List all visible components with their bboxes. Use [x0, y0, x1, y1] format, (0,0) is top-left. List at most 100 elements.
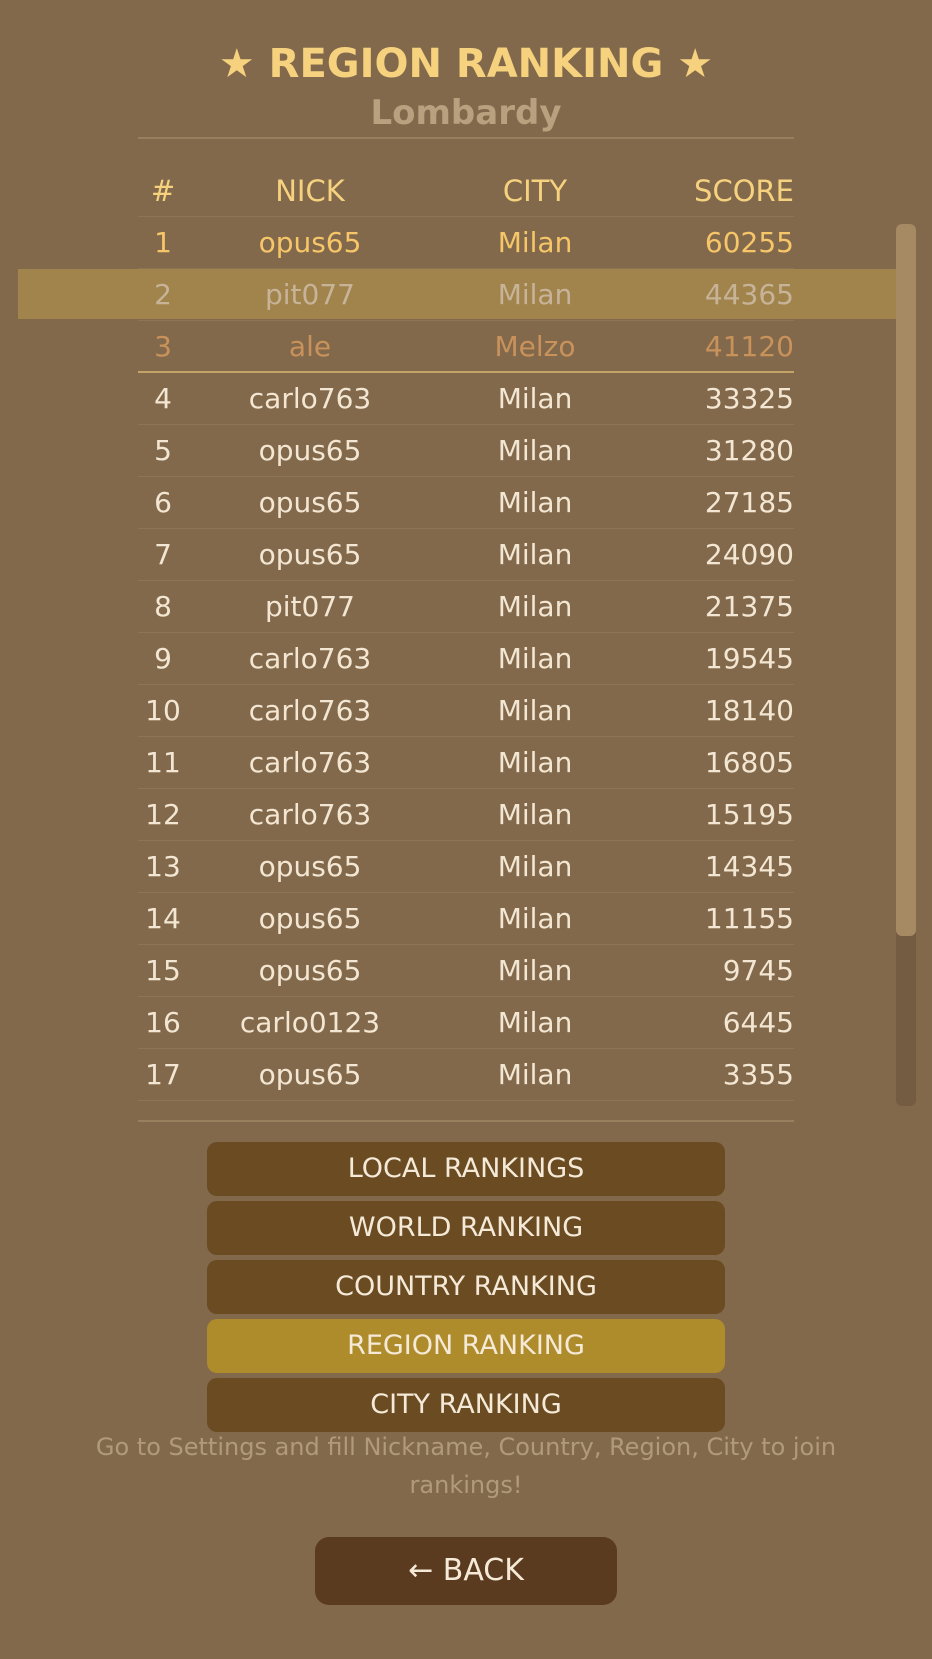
table-row: 15 opus65 Milan 9745: [0, 945, 932, 997]
bottom-divider: [138, 1120, 794, 1122]
cell-nick: carlo763: [248, 798, 372, 831]
cell-nick: carlo763: [248, 642, 372, 675]
table-row: 4 carlo763 Milan 33325: [0, 373, 932, 425]
cell-score: 41120: [704, 330, 794, 363]
cell-rank: 3: [154, 330, 172, 363]
table-scrollbar[interactable]: [896, 224, 916, 1106]
cell-rank: 4: [154, 382, 172, 415]
nav-button-city[interactable]: CITY RANKING: [207, 1378, 725, 1432]
cell-city: Milan: [497, 278, 573, 311]
cell-nick: opus65: [258, 486, 362, 519]
cell-rank: 9: [154, 642, 172, 675]
cell-city: Milan: [497, 434, 573, 467]
table-row: 8 pit077 Milan 21375: [0, 581, 932, 633]
cell-score: 21375: [704, 590, 794, 623]
cell-score: 9745: [722, 954, 794, 987]
cell-city: Milan: [497, 382, 573, 415]
cell-nick: carlo763: [248, 382, 372, 415]
table-row: 16 carlo0123 Milan 6445: [0, 997, 932, 1049]
cell-rank: 13: [145, 850, 181, 883]
back-button[interactable]: ← BACK: [315, 1537, 617, 1605]
table-row: 5 opus65 Milan 31280: [0, 425, 932, 477]
cell-score: 24090: [704, 538, 794, 571]
column-header-score: SCORE: [694, 174, 794, 208]
cell-rank: 6: [154, 486, 172, 519]
cell-rank: 17: [145, 1058, 181, 1091]
cell-nick: opus65: [258, 538, 362, 571]
nav-button-local[interactable]: LOCAL RANKINGS: [207, 1142, 725, 1196]
column-header-rank: #: [150, 174, 176, 208]
cell-rank: 5: [154, 434, 172, 467]
cell-score: 18140: [704, 694, 794, 727]
table-row: 9 carlo763 Milan 19545: [0, 633, 932, 685]
nav-button-region[interactable]: REGION RANKING: [207, 1319, 725, 1373]
column-header-nick: NICK: [275, 174, 345, 208]
table-row: 13 opus65 Milan 14345: [0, 841, 932, 893]
cell-score: 19545: [704, 642, 794, 675]
cell-city: Milan: [497, 850, 573, 883]
table-row: 11 carlo763 Milan 16805: [0, 737, 932, 789]
cell-city: Milan: [497, 954, 573, 987]
cell-rank: 15: [145, 954, 181, 987]
cell-nick: opus65: [258, 434, 362, 467]
table-header: # NICK CITY SCORE: [0, 165, 932, 217]
table-row: 3 ale Melzo 41120: [0, 321, 932, 373]
cell-city: Milan: [497, 1006, 573, 1039]
cell-score: 44365: [704, 278, 794, 311]
top-divider: [138, 137, 794, 139]
cell-city: Melzo: [494, 330, 576, 363]
cell-score: 60255: [704, 226, 794, 259]
cell-rank: 12: [145, 798, 181, 831]
cell-rank: 8: [154, 590, 172, 623]
cell-rank: 14: [145, 902, 181, 935]
column-header-city: CITY: [502, 174, 568, 208]
cell-nick: pit077: [265, 278, 355, 311]
cell-rank: 11: [145, 746, 181, 779]
cell-nick: opus65: [258, 902, 362, 935]
region-subtitle: Lombardy: [370, 93, 562, 133]
nav-button-world[interactable]: WORLD RANKING: [207, 1201, 725, 1255]
cell-score: 3355: [722, 1058, 794, 1091]
cell-rank: 7: [154, 538, 172, 571]
cell-city: Milan: [497, 1058, 573, 1091]
cell-city: Milan: [497, 642, 573, 675]
settings-hint: Go to Settings and fill Nickname, Countr…: [95, 1433, 837, 1499]
cell-nick: opus65: [258, 226, 362, 259]
cell-nick: ale: [288, 330, 332, 363]
cell-score: 33325: [704, 382, 794, 415]
cell-city: Milan: [497, 538, 573, 571]
ranking-table: # NICK CITY SCORE 1 opus65 Milan 60255 2 pit0…: [0, 165, 932, 1101]
cell-score: 27185: [704, 486, 794, 519]
cell-rank: 1: [154, 226, 172, 259]
cell-score: 15195: [704, 798, 794, 831]
cell-city: Milan: [497, 746, 573, 779]
cell-nick: carlo763: [248, 694, 372, 727]
nav-button-country[interactable]: COUNTRY RANKING: [207, 1260, 725, 1314]
cell-city: Milan: [497, 486, 573, 519]
scrollbar-thumb[interactable]: [896, 224, 916, 936]
cell-city: Milan: [497, 226, 573, 259]
table-row: 12 carlo763 Milan 15195: [0, 789, 932, 841]
table-row: 2 pit077 Milan 44365: [0, 269, 932, 321]
cell-nick: carlo0123: [239, 1006, 381, 1039]
cell-nick: pit077: [265, 590, 355, 623]
page-title: ★ REGION RANKING ★: [218, 41, 714, 87]
table-row: 10 carlo763 Milan 18140: [0, 685, 932, 737]
cell-city: Milan: [497, 590, 573, 623]
cell-score: 6445: [722, 1006, 794, 1039]
cell-nick: opus65: [258, 954, 362, 987]
cell-nick: carlo763: [248, 746, 372, 779]
cell-nick: opus65: [258, 1058, 362, 1091]
table-row: 1 opus65 Milan 60255: [0, 217, 932, 269]
cell-score: 16805: [704, 746, 794, 779]
cell-city: Milan: [497, 694, 573, 727]
table-row: 17 opus65 Milan 3355: [0, 1049, 932, 1101]
table-row: 7 opus65 Milan 24090: [0, 529, 932, 581]
cell-score: 14345: [704, 850, 794, 883]
cell-score: 11155: [704, 902, 794, 935]
cell-score: 31280: [704, 434, 794, 467]
cell-city: Milan: [497, 798, 573, 831]
table-row: 14 opus65 Milan 11155: [0, 893, 932, 945]
cell-rank: 10: [145, 694, 181, 727]
table-row: 6 opus65 Milan 27185: [0, 477, 932, 529]
